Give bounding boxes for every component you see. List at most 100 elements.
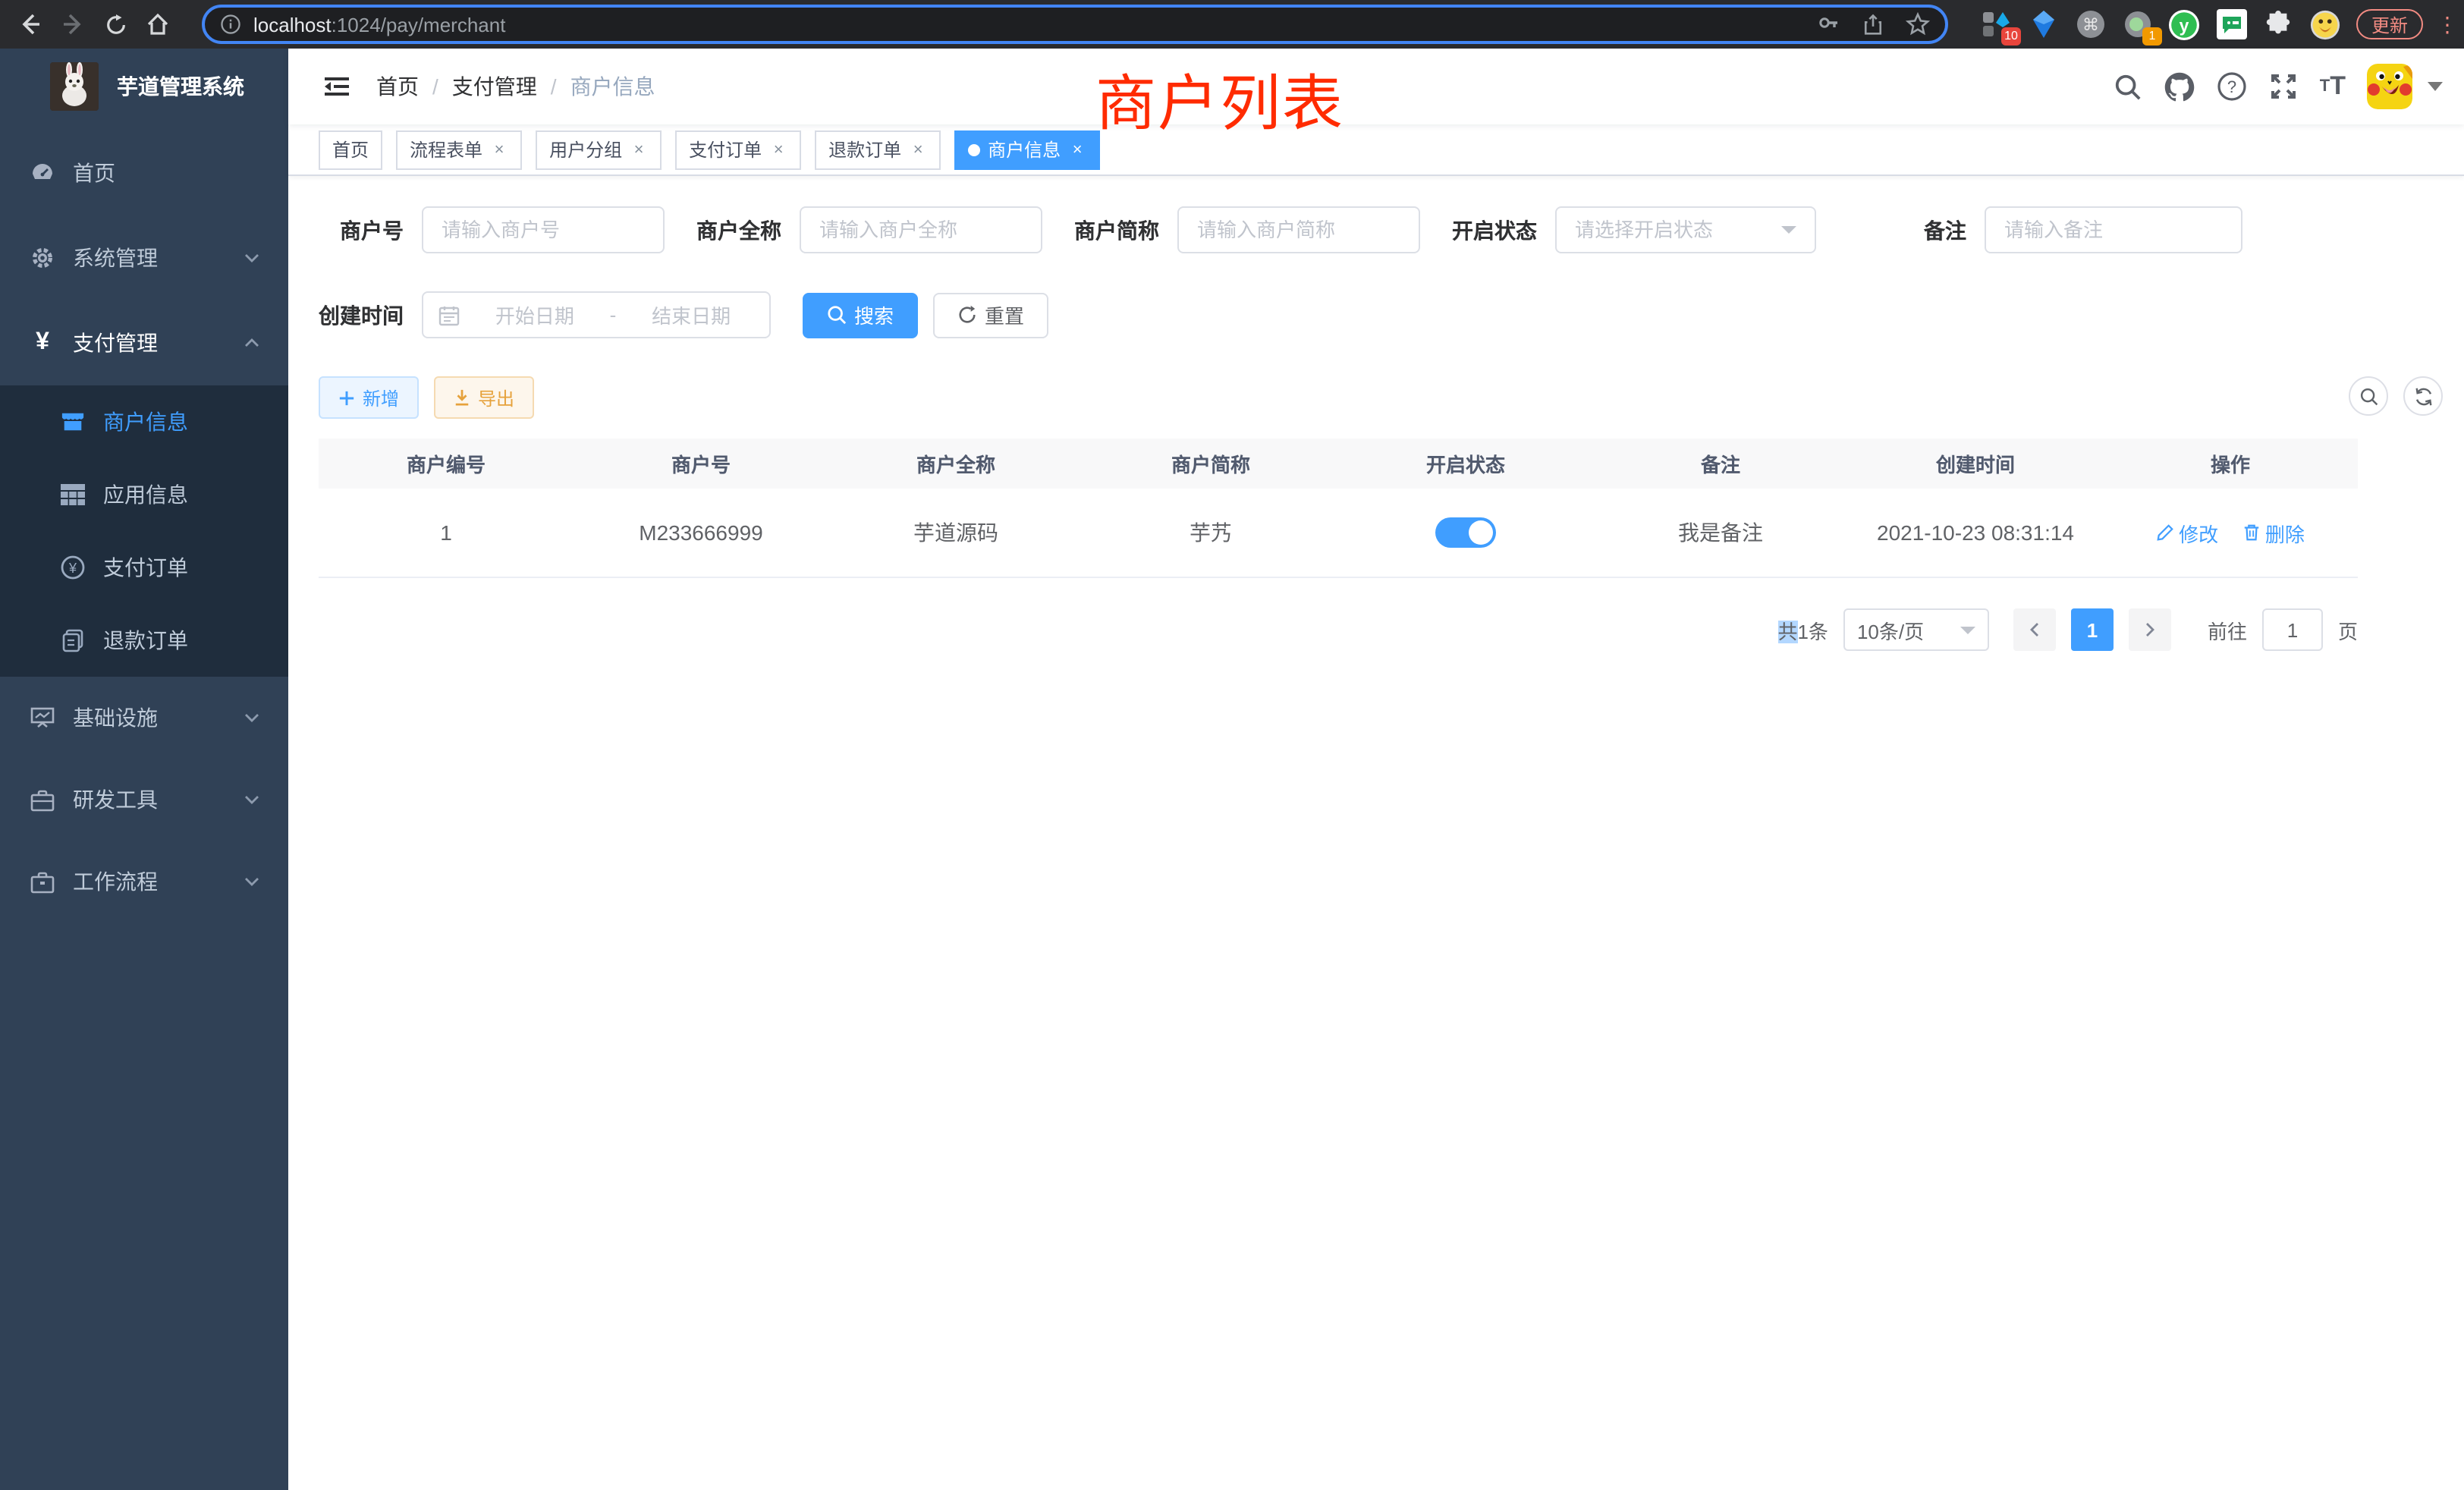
sidebar-item-pay[interactable]: ¥ 支付管理 [0, 300, 288, 385]
tab-home[interactable]: 首页 [319, 130, 382, 169]
filter-short-name: 商户简称 [1074, 206, 1420, 253]
refresh-icon[interactable] [2403, 376, 2443, 416]
calendar-icon [438, 304, 460, 325]
close-icon[interactable]: × [909, 140, 927, 159]
filter-label: 商户简称 [1074, 215, 1159, 245]
breadcrumb-pay[interactable]: 支付管理 [452, 71, 537, 102]
cell-create-time: 2021-10-23 08:31:14 [1848, 520, 2103, 545]
browser-update-button[interactable]: 更新 [2356, 9, 2423, 39]
svg-text:y: y [2180, 15, 2190, 35]
browser-reload-button[interactable] [94, 3, 137, 46]
short-name-input[interactable] [1197, 218, 1400, 241]
tags-view-bar: 首页 流程表单× 用户分组× 支付订单× 退款订单× 商户信息× [288, 124, 2464, 176]
tab-process-form[interactable]: 流程表单× [396, 130, 522, 169]
github-icon[interactable] [2164, 71, 2195, 102]
search-button[interactable]: 搜索 [803, 292, 918, 338]
status-select[interactable] [1555, 206, 1816, 253]
close-icon[interactable]: × [490, 140, 508, 159]
page-content: 商户号 商户全称 商户简称 开启状态 [288, 176, 2464, 651]
user-avatar[interactable] [2367, 64, 2412, 109]
address-bar[interactable]: localhost:1024/pay/merchant [202, 5, 1948, 44]
app-title: 芋道管理系统 [117, 71, 244, 102]
tab-pay-order[interactable]: 支付订单× [675, 130, 801, 169]
page-number-1[interactable]: 1 [2071, 608, 2114, 651]
edit-link[interactable]: 修改 [2156, 518, 2218, 547]
site-info-icon[interactable] [220, 14, 241, 35]
breadcrumb-home[interactable]: 首页 [376, 71, 419, 102]
merchant-table: 商户编号 商户号 商户全称 商户简称 开启状态 备注 创建时间 操作 1 M23… [319, 439, 2358, 578]
sidebar-item-home[interactable]: 首页 [0, 130, 288, 215]
filter-label: 开启状态 [1452, 215, 1537, 245]
merchant-no-input[interactable] [442, 218, 645, 241]
breadcrumb: 首页 / 支付管理 / 商户信息 [376, 71, 655, 102]
header-search-icon[interactable] [2114, 72, 2142, 101]
chevron-down-icon [243, 249, 261, 267]
tab-user-group[interactable]: 用户分组× [536, 130, 662, 169]
close-icon[interactable]: × [1068, 140, 1086, 159]
reset-button[interactable]: 重置 [933, 292, 1048, 338]
monitor-chart-icon [30, 706, 55, 730]
remark-input[interactable] [2004, 218, 2223, 241]
app-logo-row[interactable]: 芋道管理系统 [0, 49, 288, 124]
sidebar-item-label: 商户信息 [103, 407, 188, 437]
bookmark-star-icon[interactable] [1906, 12, 1930, 36]
export-button[interactable]: 导出 [434, 376, 534, 419]
filter-status: 开启状态 [1452, 206, 1816, 253]
font-size-icon[interactable]: TT [2320, 71, 2346, 102]
column-merchant-no: 商户号 [574, 449, 828, 478]
chat-extension-icon[interactable] [2215, 8, 2249, 41]
browser-home-button[interactable] [137, 3, 179, 46]
goto-page-input[interactable] [2262, 608, 2323, 651]
sidebar-item-app[interactable]: 应用信息 [0, 458, 288, 531]
toggle-extension-icon[interactable]: 1 [2121, 8, 2154, 41]
date-range-picker[interactable]: 开始日期 - 结束日期 [422, 291, 771, 338]
fullscreen-icon[interactable] [2268, 71, 2299, 102]
password-key-icon[interactable] [1816, 12, 1840, 36]
browser-profile-avatar[interactable] [2309, 8, 2343, 41]
column-merchant-id: 商户编号 [319, 449, 574, 478]
delete-link[interactable]: 删除 [2242, 518, 2305, 547]
browser-back-button[interactable] [9, 3, 52, 46]
column-status: 开启状态 [1338, 449, 1593, 478]
extensions-puzzle-icon[interactable] [2262, 8, 2296, 41]
sidebar-item-infra[interactable]: 基础设施 [0, 677, 288, 759]
column-actions: 操作 [2103, 449, 2358, 478]
sidebar-fold-icon[interactable] [322, 71, 352, 102]
gem-extension-icon[interactable] [2027, 8, 2060, 41]
avatar-caret-icon[interactable] [2428, 82, 2443, 91]
sidebar-menu: 首页 系统管理 ¥ 支付管理 [0, 124, 288, 923]
sidebar-item-refund[interactable]: 退款订单 [0, 604, 288, 677]
full-name-input[interactable] [819, 218, 1023, 241]
y-extension-icon[interactable]: y [2168, 8, 2202, 41]
svg-text:⌘: ⌘ [2082, 16, 2099, 35]
sidebar-item-merchant[interactable]: 商户信息 [0, 385, 288, 458]
browser-toolbar: localhost:1024/pay/merchant 10 ⌘ [0, 0, 2464, 49]
navbar-actions: ? TT [2114, 49, 2443, 124]
notion-extension-icon[interactable]: 10 [1980, 8, 2013, 41]
prev-page-button[interactable] [2013, 608, 2056, 651]
browser-menu-icon[interactable]: ⋮ [2437, 11, 2452, 37]
command-extension-icon[interactable]: ⌘ [2074, 8, 2107, 41]
close-icon[interactable]: × [769, 140, 787, 159]
sidebar-item-dev[interactable]: 研发工具 [0, 759, 288, 841]
sidebar-item-workflow[interactable]: 工作流程 [0, 841, 288, 923]
sidebar-item-label: 基础设施 [73, 703, 158, 733]
screen: localhost:1024/pay/merchant 10 ⌘ [0, 0, 2464, 1490]
add-button[interactable]: 新增 [319, 376, 419, 419]
share-icon[interactable] [1862, 13, 1884, 36]
tab-merchant-info[interactable]: 商户信息× [954, 130, 1100, 169]
tab-refund-order[interactable]: 退款订单× [815, 130, 941, 169]
search-form-row-1: 商户号 商户全称 商户简称 开启状态 [319, 206, 2464, 253]
sidebar-item-system[interactable]: 系统管理 [0, 215, 288, 300]
goto-label: 前往 [2208, 615, 2247, 644]
gear-icon [30, 246, 55, 270]
cell-remark: 我是备注 [1593, 517, 1848, 548]
close-icon[interactable]: × [630, 140, 648, 159]
status-toggle[interactable] [1435, 517, 1496, 548]
sidebar-item-order[interactable]: ¥ 支付订单 [0, 531, 288, 604]
help-icon[interactable]: ? [2217, 71, 2247, 102]
page-size-select[interactable]: 10条/页 [1843, 608, 1989, 651]
next-page-button[interactable] [2129, 608, 2171, 651]
browser-forward-button[interactable] [52, 3, 94, 46]
hide-search-icon[interactable] [2349, 376, 2388, 416]
